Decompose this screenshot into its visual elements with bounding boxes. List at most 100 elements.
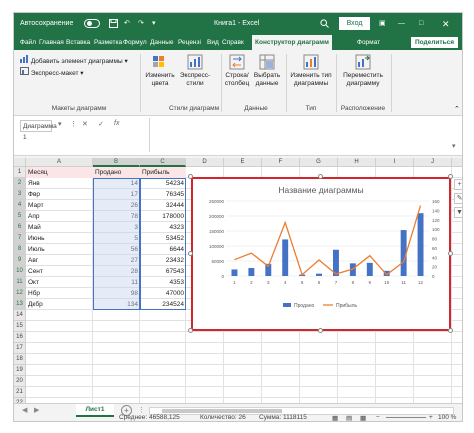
ribbon-display-icon[interactable]: ▣ [379, 13, 386, 35]
close-icon[interactable]: ✕ [442, 13, 450, 35]
zoom-slider[interactable] [386, 417, 426, 418]
row-header[interactable]: 7 [14, 233, 26, 244]
express-styles-button[interactable]: Экспресс-стили [179, 54, 211, 88]
normal-view-icon[interactable]: ▦ [332, 414, 338, 421]
column-header[interactable]: F [262, 158, 300, 167]
column-header[interactable]: A [26, 158, 93, 167]
row-header[interactable]: 18 [14, 354, 26, 365]
quick-access-more-icon[interactable]: ▾ [152, 13, 156, 35]
name-box[interactable]: Диаграмма 1 [20, 120, 57, 141]
login-button[interactable]: Вход [339, 17, 370, 30]
chart-elements-icon[interactable]: + [454, 179, 462, 190]
redo-icon[interactable]: ↷ [138, 13, 144, 35]
cell[interactable]: Дкбр [26, 299, 93, 310]
express-layout-button[interactable]: Экспресс-макет ▾ [20, 67, 84, 77]
resize-handle[interactable] [448, 251, 453, 256]
tab-help[interactable]: Справк [222, 35, 244, 50]
row-header[interactable]: 1 [14, 167, 26, 178]
row-header[interactable]: 14 [14, 310, 26, 321]
cell[interactable]: Месяц [26, 167, 93, 178]
row-header[interactable]: 11 [14, 277, 26, 288]
resize-handle[interactable] [188, 251, 193, 256]
function-icon[interactable]: fx [114, 120, 119, 127]
tab-insert[interactable]: Вставка [66, 35, 90, 50]
column-header[interactable]: I [376, 158, 414, 167]
undo-icon[interactable]: ↶ [124, 13, 130, 35]
cell[interactable]: Нбр [26, 288, 93, 299]
change-chart-type-button[interactable]: Изменить тип диаграммы [288, 54, 334, 88]
row-header[interactable]: 16 [14, 332, 26, 343]
row-column-button[interactable]: Строка/столбец [223, 54, 251, 88]
column-header[interactable]: C [140, 158, 186, 167]
row-header[interactable]: 13 [14, 299, 26, 310]
resize-handle[interactable] [448, 174, 453, 179]
save-icon[interactable] [109, 13, 118, 35]
move-chart-button[interactable]: Переместить диаграмму [338, 54, 388, 88]
resize-handle[interactable] [448, 328, 453, 333]
confirm-entry-icon[interactable]: ✓ [98, 120, 104, 128]
tab-view[interactable]: Вид [207, 35, 219, 50]
chart-styles-icon[interactable]: ✎ [454, 193, 462, 204]
resize-handle[interactable] [318, 174, 323, 179]
row-header[interactable]: 6 [14, 222, 26, 233]
column-header[interactable]: J [414, 158, 452, 167]
cell[interactable]: Прибыль [140, 167, 186, 178]
formula-input[interactable] [149, 118, 461, 152]
row-header[interactable]: 2 [14, 178, 26, 189]
minimize-icon[interactable]: — [398, 13, 405, 35]
maximize-icon[interactable]: □ [419, 13, 423, 35]
chart[interactable]: Название диаграммы 0 50000 100000 150000 2000… [191, 177, 451, 331]
row-header[interactable]: 5 [14, 211, 26, 222]
sheet-tab-active[interactable]: Лист1 [76, 404, 114, 417]
change-colors-button[interactable]: Изменить цвета [144, 54, 176, 88]
collapse-ribbon-icon[interactable]: ⌃ [454, 105, 460, 113]
column-header[interactable]: K [452, 158, 462, 167]
tab-data[interactable]: Данные [150, 35, 173, 50]
cell[interactable]: Апр [26, 211, 93, 222]
row-header[interactable]: 8 [14, 244, 26, 255]
tab-formulas[interactable]: Формул [123, 35, 147, 50]
cell[interactable]: Июль [26, 244, 93, 255]
row-header[interactable]: 15 [14, 321, 26, 332]
zoom-out-icon[interactable]: − [376, 414, 380, 421]
tab-layout[interactable]: Разметка [94, 35, 122, 50]
column-header[interactable]: G [300, 158, 338, 167]
row-header[interactable]: 9 [14, 255, 26, 266]
row-header[interactable]: 3 [14, 189, 26, 200]
cell[interactable]: Май [26, 222, 93, 233]
row-header[interactable]: 4 [14, 200, 26, 211]
tab-format[interactable]: Формат [357, 35, 380, 50]
resize-handle[interactable] [188, 174, 193, 179]
cell[interactable]: Март [26, 200, 93, 211]
row-header[interactable]: 10 [14, 266, 26, 277]
tab-file[interactable]: Файл [20, 35, 36, 50]
share-button[interactable]: Поделиться [410, 37, 458, 48]
resize-handle[interactable] [318, 328, 323, 333]
autosave-toggle[interactable] [84, 19, 100, 28]
zoom-level[interactable]: 100 % [438, 414, 456, 421]
column-header[interactable]: D [186, 158, 224, 167]
row-header[interactable]: 20 [14, 376, 26, 387]
cancel-entry-icon[interactable]: ✕ [82, 120, 88, 128]
cell[interactable]: Сент [26, 266, 93, 277]
scroll-thumb[interactable] [162, 409, 282, 413]
cell[interactable]: Авг [26, 255, 93, 266]
page-layout-icon[interactable]: ▤ [346, 414, 352, 421]
name-box-dropdown-icon[interactable]: ▾ [58, 120, 62, 128]
tab-review[interactable]: Рецензі [178, 35, 201, 50]
column-header[interactable]: B [93, 158, 140, 167]
zoom-in-icon[interactable]: + [429, 414, 433, 421]
more-sheets-icon[interactable]: ⋮ [138, 406, 145, 414]
cell[interactable]: Окт [26, 277, 93, 288]
cell[interactable]: Продано [93, 167, 140, 178]
next-sheet-icon[interactable]: ▶ [34, 406, 39, 414]
row-header[interactable]: 21 [14, 387, 26, 398]
expand-formula-icon[interactable]: ▾ [452, 142, 456, 150]
select-data-button[interactable]: Выбрать данные [253, 54, 281, 88]
chart-filter-icon[interactable]: ▼ [454, 207, 462, 218]
resize-handle[interactable] [188, 328, 193, 333]
search-icon[interactable] [320, 13, 329, 35]
cell[interactable]: Янв [26, 178, 93, 189]
cell[interactable]: Фвр [26, 189, 93, 200]
cell[interactable]: Июнь [26, 233, 93, 244]
